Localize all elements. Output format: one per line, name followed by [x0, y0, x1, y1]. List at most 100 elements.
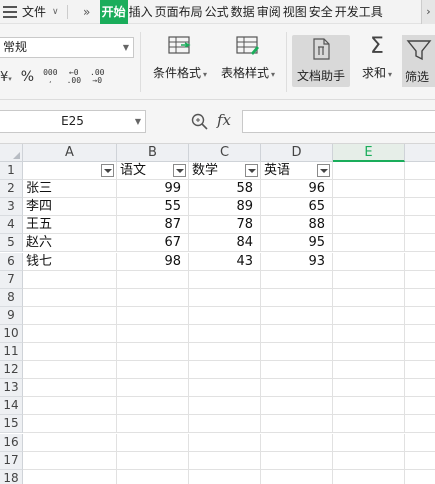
- empty-cell[interactable]: [117, 433, 189, 452]
- formula-input[interactable]: [242, 110, 435, 133]
- empty-cell[interactable]: [117, 306, 189, 325]
- score-cell[interactable]: 84: [189, 234, 261, 253]
- empty-cell[interactable]: [189, 379, 261, 398]
- score-cell[interactable]: 88: [261, 216, 333, 235]
- empty-cell[interactable]: [261, 306, 333, 325]
- name-cell[interactable]: 王五: [23, 216, 117, 235]
- filter-dropdown-icon[interactable]: [317, 164, 330, 177]
- empty-cell[interactable]: [261, 433, 333, 452]
- doc-assistant-button[interactable]: 文档助手: [292, 35, 350, 87]
- empty-cell[interactable]: [333, 288, 405, 307]
- select-all-corner[interactable]: [0, 144, 23, 162]
- column-header-d[interactable]: D: [261, 144, 333, 162]
- row-header-8[interactable]: 8: [0, 288, 23, 307]
- empty-cell[interactable]: [23, 324, 117, 343]
- empty-cell[interactable]: [333, 451, 405, 470]
- empty-cell[interactable]: [23, 270, 117, 289]
- row-header-2[interactable]: 2: [0, 180, 23, 199]
- score-cell[interactable]: 96: [261, 180, 333, 199]
- score-cell[interactable]: 65: [261, 198, 333, 217]
- tab-3[interactable]: 公式: [204, 0, 230, 24]
- zoom-icon[interactable]: [190, 112, 210, 132]
- header-cell[interactable]: 数学: [189, 162, 261, 180]
- empty-cell[interactable]: [333, 343, 405, 361]
- decrease-decimal-button[interactable]: .00 →0: [90, 69, 104, 85]
- score-cell[interactable]: 58: [189, 180, 261, 199]
- empty-cell[interactable]: [117, 379, 189, 398]
- row-header-17[interactable]: 17: [0, 451, 23, 470]
- empty-cell[interactable]: [405, 253, 435, 271]
- row-header-12[interactable]: 12: [0, 361, 23, 380]
- name-cell[interactable]: 李四: [23, 198, 117, 217]
- empty-cell[interactable]: [189, 288, 261, 307]
- row-header-18[interactable]: 18: [0, 469, 23, 484]
- percent-button[interactable]: %: [21, 69, 34, 85]
- score-cell[interactable]: 95: [261, 234, 333, 253]
- empty-cell[interactable]: [23, 306, 117, 325]
- empty-cell[interactable]: [405, 198, 435, 217]
- empty-cell[interactable]: [117, 288, 189, 307]
- filter-button[interactable]: 筛选: [402, 35, 435, 87]
- row-header-15[interactable]: 15: [0, 415, 23, 434]
- name-box[interactable]: E25 ▼: [0, 110, 146, 133]
- score-cell[interactable]: 67: [117, 234, 189, 253]
- score-cell[interactable]: 98: [117, 252, 189, 271]
- empty-cell[interactable]: [23, 415, 117, 434]
- row-header-6[interactable]: 6: [0, 252, 23, 271]
- name-cell[interactable]: 赵六: [23, 234, 117, 253]
- empty-cell[interactable]: [333, 379, 405, 398]
- table-style-button[interactable]: 表格样式 ▾: [217, 34, 279, 81]
- empty-cell[interactable]: [261, 361, 333, 380]
- row-header-14[interactable]: 14: [0, 397, 23, 416]
- tab-7[interactable]: 安全: [308, 0, 334, 24]
- empty-cell[interactable]: [333, 198, 405, 217]
- score-cell[interactable]: 55: [117, 198, 189, 217]
- conditional-format-button[interactable]: 条件格式 ▾: [150, 34, 210, 81]
- chevron-right-icon[interactable]: ›: [421, 0, 435, 24]
- empty-cell[interactable]: [333, 180, 405, 199]
- empty-cell[interactable]: [261, 270, 333, 289]
- empty-cell[interactable]: [23, 451, 117, 470]
- score-cell[interactable]: 89: [189, 198, 261, 217]
- empty-cell[interactable]: [261, 379, 333, 398]
- empty-cell[interactable]: [117, 270, 189, 289]
- empty-cell[interactable]: [23, 379, 117, 398]
- score-cell[interactable]: 93: [261, 252, 333, 271]
- empty-cell[interactable]: [405, 325, 435, 343]
- empty-cell[interactable]: [333, 252, 405, 271]
- score-cell[interactable]: 43: [189, 252, 261, 271]
- empty-cell[interactable]: [333, 433, 405, 452]
- empty-cell[interactable]: [405, 379, 435, 398]
- empty-cell[interactable]: [405, 289, 435, 307]
- increase-decimal-button[interactable]: ←0 .00: [67, 69, 81, 85]
- empty-cell[interactable]: [261, 397, 333, 416]
- empty-cell[interactable]: [189, 433, 261, 452]
- empty-cell[interactable]: [117, 361, 189, 380]
- tab-2[interactable]: 页面布局: [154, 0, 204, 24]
- empty-cell[interactable]: [189, 306, 261, 325]
- row-header-7[interactable]: 7: [0, 270, 23, 289]
- row-header-11[interactable]: 11: [0, 343, 23, 361]
- tab-1[interactable]: 插入: [128, 0, 154, 24]
- name-cell[interactable]: 张三: [23, 180, 117, 199]
- empty-cell[interactable]: [333, 415, 405, 434]
- empty-cell[interactable]: [405, 180, 435, 199]
- empty-cell[interactable]: [405, 307, 435, 325]
- row-header-9[interactable]: 9: [0, 306, 23, 325]
- empty-cell[interactable]: [23, 433, 117, 452]
- empty-cell[interactable]: [189, 324, 261, 343]
- empty-cell[interactable]: [261, 343, 333, 361]
- empty-cell[interactable]: [405, 343, 435, 361]
- row-header-13[interactable]: 13: [0, 379, 23, 398]
- empty-cell[interactable]: [117, 343, 189, 361]
- empty-cell[interactable]: [117, 469, 189, 484]
- empty-cell[interactable]: [261, 324, 333, 343]
- row-header-4[interactable]: 4: [0, 216, 23, 235]
- empty-cell[interactable]: [333, 216, 405, 235]
- filter-dropdown-icon[interactable]: [245, 164, 258, 177]
- empty-cell[interactable]: [23, 343, 117, 361]
- empty-cell[interactable]: [189, 343, 261, 361]
- empty-cell[interactable]: [261, 451, 333, 470]
- empty-cell[interactable]: [261, 469, 333, 484]
- empty-cell[interactable]: [261, 288, 333, 307]
